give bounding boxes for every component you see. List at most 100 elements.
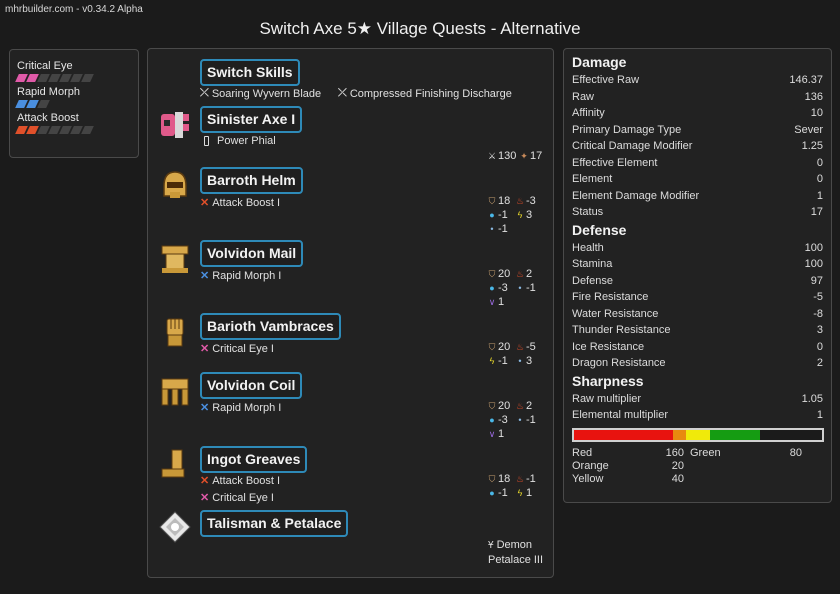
stat-value: 1 xyxy=(498,296,505,308)
sharpness-orange-value: 20 xyxy=(671,459,684,472)
coil-water: ● -3 xyxy=(488,414,508,426)
stat-row: Water Resistance -8 xyxy=(572,306,823,323)
critical-eye-deco-icon: ✕ xyxy=(200,343,210,355)
ice-icon: • xyxy=(518,356,522,366)
helm-water: ● -1 xyxy=(488,209,508,221)
stat-row: Raw 136 xyxy=(572,89,823,106)
sharpness-list: Raw multiplier 1.05 Elemental multiplier 1 xyxy=(572,391,823,424)
stat-value: -8 xyxy=(813,307,823,320)
dragon-icon: ∨ xyxy=(488,296,496,307)
helm-slot[interactable]: Barroth Helm xyxy=(200,167,303,194)
weapon-slot[interactable]: Sinister Axe I xyxy=(200,106,303,133)
talisman-slot[interactable]: Talisman & Petalace xyxy=(200,510,349,537)
skill-pip-empty xyxy=(81,74,94,82)
helm-deco: ✕ Attack Boost I xyxy=(200,196,280,210)
mail-ice: • -1 xyxy=(516,282,535,294)
attack-boost-deco-icon: ✕ xyxy=(200,475,210,487)
stat-label: Stamina xyxy=(572,258,613,270)
defense-section-title: Defense xyxy=(572,221,627,238)
stat-row: Critical Damage Modifier 1.25 xyxy=(572,138,823,155)
stat-value: 17 xyxy=(810,206,823,218)
waist-slot[interactable]: Volvidon Coil xyxy=(200,372,303,399)
stat-value: 3 xyxy=(816,324,823,336)
stat-value: 130 xyxy=(498,150,517,162)
stat-value: 2 xyxy=(816,357,823,369)
deco-label: Power Phial xyxy=(217,135,276,147)
stat-value: 20 xyxy=(498,268,511,280)
sharpness-green-value: 80 xyxy=(789,446,802,459)
stat-value: 0 xyxy=(816,173,823,185)
weapon-affinity: ✦ 17 xyxy=(520,150,542,162)
switch-skills-button[interactable]: Switch Skills xyxy=(200,59,300,86)
stat-value: 2 xyxy=(526,268,533,280)
chest-deco: ✕ Rapid Morph I xyxy=(200,269,281,283)
fire-icon: ♨ xyxy=(516,473,525,484)
skills-panel: Critical Eye Rapid Morph Attack Boost xyxy=(9,49,139,158)
sharpness-red-value: 160 xyxy=(665,446,684,459)
stat-value: 1.05 xyxy=(801,392,823,405)
legs-slot[interactable]: Ingot Greaves xyxy=(200,446,308,473)
vambraces-fire: ♨ -5 xyxy=(516,341,536,353)
stat-label: Dragon Resistance xyxy=(572,357,666,369)
skill-name: Rapid Morph xyxy=(17,86,80,98)
fire-icon: ♨ xyxy=(516,400,525,411)
deco-label: Critical Eye I xyxy=(212,491,274,504)
petalace-name-line2: Petalace III xyxy=(488,554,543,566)
stat-value: -3 xyxy=(498,282,508,294)
skill-level-pips xyxy=(15,100,131,108)
vambraces-defense: ⛉ 20 xyxy=(488,341,511,353)
stat-row: Defense 97 xyxy=(572,273,823,290)
stat-label: Element xyxy=(572,173,613,185)
stat-label: Health xyxy=(572,241,604,254)
switch-skill-icon: ⤫ xyxy=(338,87,347,99)
affinity-icon: ✦ xyxy=(520,150,528,161)
thunder-icon: ϟ xyxy=(489,356,495,366)
stat-value: 0 xyxy=(816,340,823,353)
stat-row: Stamina 100 xyxy=(572,256,823,273)
stat-label: Status xyxy=(572,206,604,218)
stat-value: 17 xyxy=(530,150,543,162)
chest-slot[interactable]: Volvidon Mail xyxy=(200,240,304,267)
helm-thunder: ϟ3 xyxy=(516,209,533,221)
sharpness-legend: Red 160 Green 80 Orange 20 Yellow 40 xyxy=(572,447,823,485)
stat-value: 18 xyxy=(498,473,511,485)
attack-icon: ⚔ xyxy=(488,150,497,161)
defense-list: Health 100 Stamina 100 Defense 97 Fire Resista… xyxy=(572,240,823,372)
switch-skill-label: Soaring Wyvern Blade xyxy=(211,87,322,100)
stat-value: 1.25 xyxy=(801,140,823,152)
stat-label: Thunder Resistance xyxy=(572,324,671,336)
stat-row: Fire Resistance -5 xyxy=(572,289,823,306)
stat-value: -5 xyxy=(526,341,536,353)
arms-slot[interactable]: Barioth Vambraces xyxy=(200,313,341,340)
skill-level-pips xyxy=(15,126,131,134)
coil-dragon: ∨ 1 xyxy=(488,428,504,440)
defense-icon: ⛉ xyxy=(488,473,496,484)
stat-label: Effective Raw xyxy=(572,74,640,86)
stat-label: Elemental multiplier xyxy=(572,409,668,421)
stat-value: 2 xyxy=(526,400,533,412)
critical-eye-deco-icon: ✕ xyxy=(200,492,210,504)
arms-deco: ✕ Critical Eye I xyxy=(200,342,274,356)
stat-value: 100 xyxy=(804,258,823,270)
switch-skill-label: Compressed Finishing Discharge xyxy=(349,87,512,100)
stat-value: 1 xyxy=(498,428,505,440)
switch-skill-icon: ⤫ xyxy=(200,87,209,99)
rapid-morph-deco-icon: ✕ xyxy=(200,270,210,282)
dragon-icon: ∨ xyxy=(488,428,496,439)
fire-icon: ♨ xyxy=(516,341,525,352)
stat-label: Water Resistance xyxy=(572,307,659,320)
stat-row: Primary Damage Type Sever xyxy=(572,122,823,139)
damage-list: Effective Raw 146.37 Raw 136 Affinity 10 Prima… xyxy=(572,72,823,221)
water-icon: ● xyxy=(489,210,495,220)
stat-value: 100 xyxy=(804,241,823,254)
thunder-icon: ϟ xyxy=(517,488,523,498)
deco-label: Attack Boost I xyxy=(212,474,281,487)
stat-label: Element Damage Modifier xyxy=(572,189,700,202)
greaves-thunder: ϟ1 xyxy=(516,487,533,499)
mail-water: ● -3 xyxy=(488,282,508,294)
skill-level-pips xyxy=(15,74,131,82)
water-icon: ● xyxy=(489,283,495,293)
petalace-label: Petalace III xyxy=(488,554,544,566)
stat-value: -1 xyxy=(526,473,536,485)
stat-value: 146.37 xyxy=(789,74,823,86)
